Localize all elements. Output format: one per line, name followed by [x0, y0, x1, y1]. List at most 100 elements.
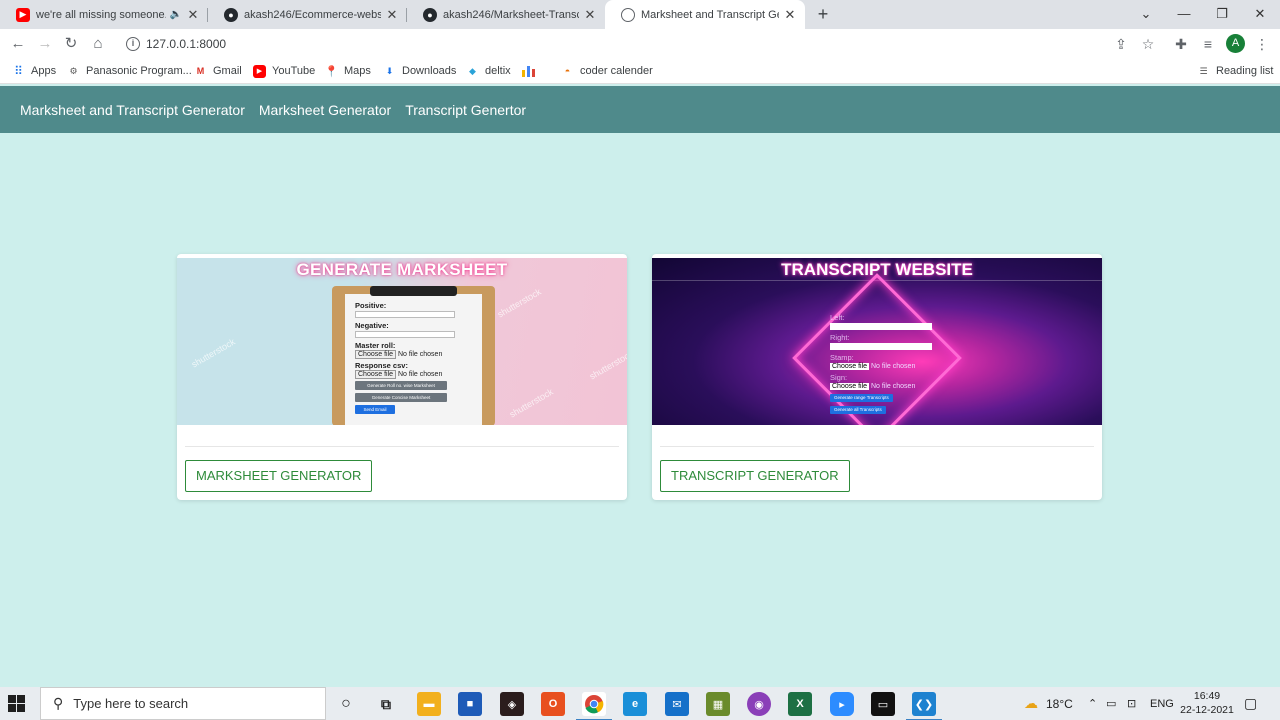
- store-icon[interactable]: ■: [458, 692, 482, 716]
- task-view-icon[interactable]: ⧉: [374, 692, 398, 716]
- transcript-generator-button[interactable]: TRANSCRIPT GENERATOR: [660, 460, 850, 492]
- browser-tab-strip: ▶ we're all missing someone... 🔈 ✕ ● aka…: [0, 0, 1280, 29]
- network-icon[interactable]: ⊡: [1127, 687, 1136, 720]
- browser-tab-github-ecommerce[interactable]: ● akash246/Ecommerce-website-u ✕: [208, 0, 407, 29]
- bookmark-maps[interactable]: 📍 Maps: [325, 63, 371, 79]
- reading-list-icon: ☰: [1199, 65, 1208, 76]
- bookmark-label: Panasonic Program...: [86, 65, 192, 77]
- minimize-button[interactable]: —: [1165, 0, 1203, 29]
- maps-icon: 📍: [324, 65, 339, 78]
- battery-icon[interactable]: ▭: [1106, 687, 1116, 720]
- mail-icon[interactable]: ✉: [665, 692, 689, 716]
- banner-form-preview: Positive: Negative: Master roll: Choose …: [355, 298, 475, 414]
- marksheet-banner-image: shutterstock shutterstock shutterstock s…: [177, 258, 627, 425]
- download-icon: ⬇: [385, 65, 394, 76]
- close-tab-icon[interactable]: ✕: [583, 7, 597, 23]
- browser-tab-github-marksheet[interactable]: ● akash246/Marksheet-Transcript-( ✕: [407, 0, 605, 29]
- new-tab-button[interactable]: +: [812, 3, 834, 25]
- bookmark-downloads[interactable]: ⬇ Downloads: [383, 63, 457, 79]
- banner-form-preview: Left: Right: Stamp: Choose file No file …: [830, 310, 970, 414]
- zoom-icon[interactable]: ▸: [830, 692, 854, 716]
- speaker-icon[interactable]: 🔈: [170, 9, 182, 20]
- windows-taskbar: ⚲ Type here to search ○ ⧉ ▬ ■ ◈ O e ✉ ▦ …: [0, 687, 1280, 720]
- marksheet-card: shutterstock shutterstock shutterstock s…: [177, 254, 627, 500]
- close-window-button[interactable]: ✕: [1241, 0, 1279, 29]
- game-app-icon[interactable]: ◈: [500, 692, 524, 716]
- share-icon[interactable]: ⇪: [1110, 33, 1132, 55]
- marksheet-generator-button[interactable]: MARKSHEET GENERATOR: [185, 460, 373, 492]
- bookmark-label: Gmail: [213, 65, 242, 77]
- restore-button[interactable]: ❐: [1203, 0, 1241, 29]
- tab-title: Marksheet and Transcript Genera: [641, 8, 779, 21]
- excel-icon[interactable]: X: [788, 692, 812, 716]
- transcript-banner-image: TRANSCRIPT WEBSITE Left: Right: Stamp: C…: [652, 258, 1102, 425]
- navbar-brand[interactable]: Marksheet and Transcript Generator: [20, 102, 245, 118]
- close-tab-icon[interactable]: ✕: [783, 7, 797, 23]
- media-control-icon[interactable]: ≡: [1197, 33, 1219, 55]
- bookmark-label: Apps: [31, 65, 57, 77]
- bookmark-coder-calendar[interactable]: ◓ coder calender: [561, 63, 653, 79]
- office-icon[interactable]: O: [541, 692, 565, 716]
- bookmark-star-icon[interactable]: ☆: [1137, 33, 1159, 55]
- nav-link-marksheet-generator[interactable]: Marksheet Generator: [259, 102, 391, 118]
- nav-link-transcript-generator[interactable]: Transcript Genertor: [405, 102, 526, 118]
- weather-icon: ☁: [1024, 695, 1038, 711]
- forward-button[interactable]: →: [34, 33, 56, 55]
- banner-title: TRANSCRIPT WEBSITE: [781, 260, 973, 279]
- profile-avatar[interactable]: A: [1226, 34, 1245, 53]
- notification-icon[interactable]: ▢: [1244, 687, 1257, 720]
- bookmark-apps[interactable]: ⠿ Apps: [12, 63, 56, 79]
- bookmark-label: Downloads: [402, 65, 457, 77]
- site-info-icon[interactable]: i: [126, 36, 140, 51]
- site-navbar: Marksheet and Transcript Generator Marks…: [0, 86, 1280, 133]
- close-tab-icon[interactable]: ✕: [385, 7, 399, 23]
- bookmark-gmail[interactable]: M Gmail: [194, 63, 242, 79]
- cortana-icon[interactable]: ○: [334, 692, 358, 716]
- tab-title: akash246/Ecommerce-website-u: [244, 8, 381, 21]
- bookmark-deltix[interactable]: ◆ deltix: [466, 63, 511, 79]
- transcript-card: TRANSCRIPT WEBSITE Left: Right: Stamp: C…: [652, 254, 1102, 500]
- bookmark-label: deltix: [485, 65, 511, 77]
- file-explorer-icon[interactable]: ▬: [417, 692, 441, 716]
- taskbar-clock[interactable]: 16:49 22-12-2021: [1174, 689, 1240, 717]
- tab-title: we're all missing someone...: [36, 8, 166, 21]
- reading-list[interactable]: ☰ Reading list: [1197, 63, 1273, 79]
- windows-start-icon[interactable]: [8, 695, 26, 713]
- vscode-icon[interactable]: ❮❯: [906, 692, 942, 720]
- taskbar-search-placeholder: Type here to search: [73, 696, 189, 711]
- bookmark-label: coder calender: [580, 65, 653, 77]
- edge-icon[interactable]: e: [623, 692, 647, 716]
- chrome-icon[interactable]: [576, 692, 612, 720]
- menu-icon[interactable]: ⋮: [1251, 33, 1273, 55]
- search-icon: ⚲: [53, 695, 64, 711]
- bookmark-chart[interactable]: [522, 63, 541, 79]
- weather-widget[interactable]: ☁ 18°C: [1024, 687, 1073, 720]
- tab-title: akash246/Marksheet-Transcript-(: [443, 8, 579, 21]
- bookmark-youtube[interactable]: ▶ YouTube: [253, 63, 315, 79]
- bookmark-panasonic[interactable]: ⚙ Panasonic Program...: [67, 63, 192, 79]
- extensions-icon[interactable]: ✚: [1170, 33, 1192, 55]
- chevron-up-icon[interactable]: ⌃: [1088, 687, 1097, 720]
- language-indicator[interactable]: ENG: [1150, 687, 1174, 720]
- reading-list-label: Reading list: [1216, 65, 1274, 77]
- taskbar-search-box[interactable]: ⚲ Type here to search: [40, 687, 326, 720]
- panasonic-icon: ⚙: [69, 65, 78, 76]
- terminal-icon[interactable]: ▭: [871, 692, 895, 716]
- clock-date: 22-12-2021: [1180, 704, 1234, 716]
- reload-button[interactable]: ↻: [60, 33, 82, 55]
- browser-tab-active[interactable]: Marksheet and Transcript Genera ✕: [605, 0, 805, 29]
- close-tab-icon[interactable]: ✕: [186, 7, 200, 23]
- chart-icon: [522, 65, 535, 78]
- back-button[interactable]: ←: [7, 33, 29, 55]
- github-icon: ●: [224, 7, 238, 22]
- tab-search-icon[interactable]: ⌄: [1127, 0, 1165, 29]
- browser-tab-youtube[interactable]: ▶ we're all missing someone... 🔈 ✕: [0, 0, 208, 29]
- github-desktop-icon[interactable]: ◉: [747, 692, 771, 716]
- address-bar[interactable]: i 127.0.0.1:8000: [116, 32, 1166, 55]
- home-button[interactable]: ⌂: [87, 33, 109, 55]
- weather-temp: 18°C: [1046, 696, 1073, 711]
- gmail-icon: M: [196, 66, 205, 76]
- photos-app-icon[interactable]: ▦: [706, 692, 730, 716]
- github-icon: ●: [423, 7, 437, 22]
- clock-time: 16:49: [1193, 690, 1221, 702]
